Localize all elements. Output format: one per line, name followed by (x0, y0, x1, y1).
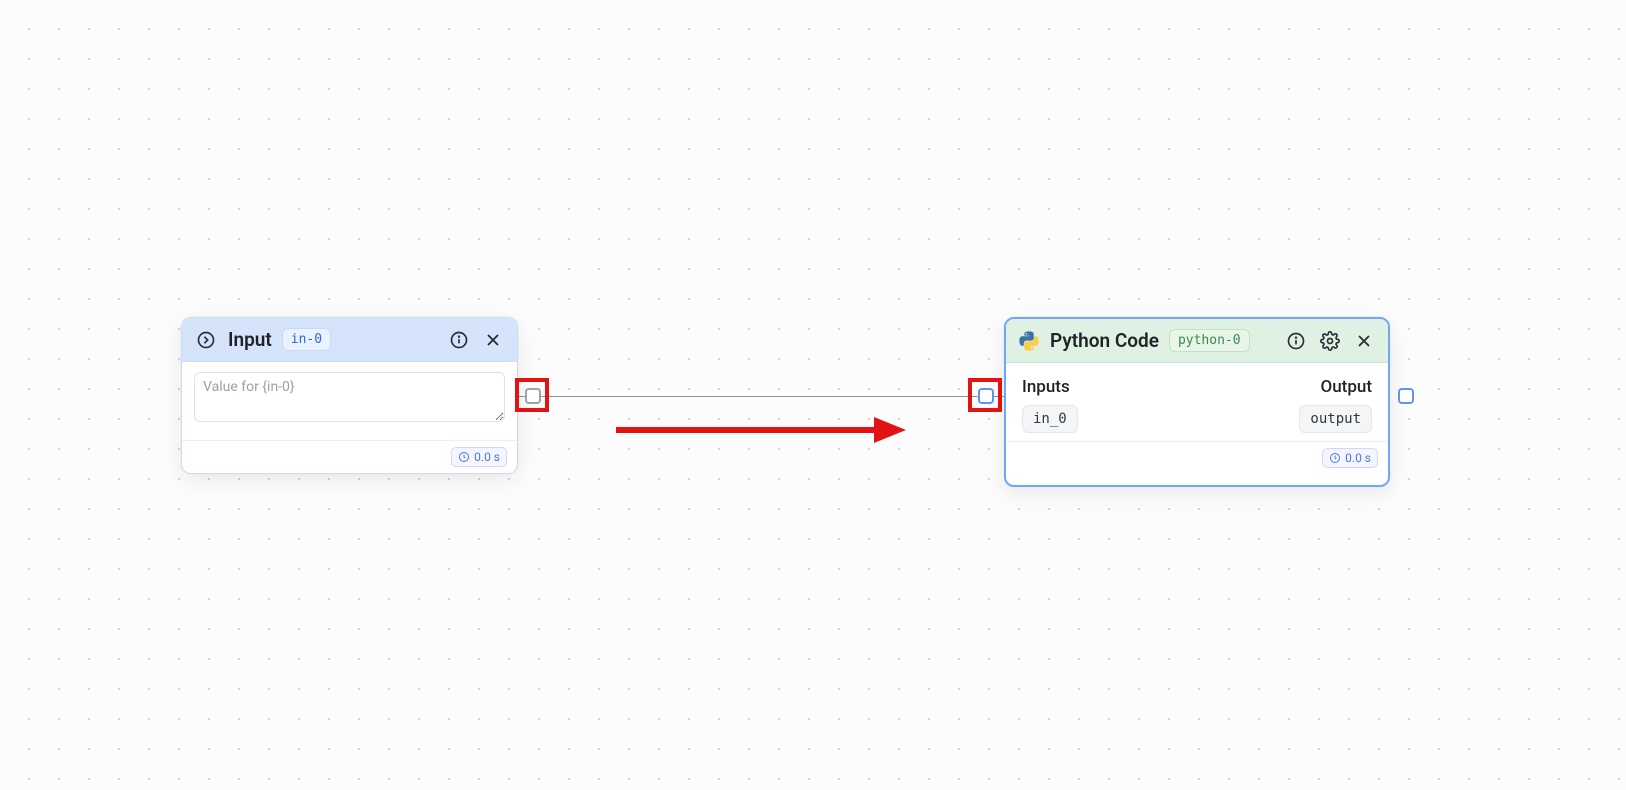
info-icon[interactable] (1284, 329, 1308, 353)
edge-input-to-python[interactable] (518, 396, 1004, 397)
input-arrow-icon (194, 328, 218, 352)
node-input-header[interactable]: Input in-0 (182, 318, 517, 362)
python-logo-icon (1018, 330, 1040, 352)
node-python-title: Python Code (1050, 329, 1159, 352)
node-python-footer: 0.0 s (1006, 441, 1388, 474)
output-label: Output (1321, 377, 1373, 397)
timing-chip: 0.0 s (1322, 448, 1378, 468)
node-input[interactable]: Input in-0 0.0 s (181, 317, 518, 474)
node-python-header[interactable]: Python Code python-0 (1006, 319, 1388, 363)
timing-chip: 0.0 s (451, 447, 507, 467)
inputs-label: Inputs (1022, 377, 1078, 397)
node-input-footer: 0.0 s (182, 440, 517, 473)
node-python[interactable]: Python Code python-0 Inputs in_0 (1004, 317, 1390, 487)
gear-icon[interactable] (1318, 329, 1342, 353)
node-python-id-chip: python-0 (1169, 329, 1250, 352)
annotation-arrow (616, 413, 906, 447)
node-input-title: Input (228, 328, 272, 351)
input-value-field[interactable] (194, 372, 505, 422)
node-input-id-chip: in-0 (282, 328, 331, 351)
close-icon[interactable] (481, 328, 505, 352)
output-port-chip[interactable]: output (1299, 405, 1372, 433)
input-port-chip[interactable]: in_0 (1022, 405, 1078, 433)
port-python-out[interactable] (1398, 388, 1414, 404)
python-output-column: Output output (1299, 377, 1372, 433)
port-input-out[interactable] (525, 388, 541, 404)
timing-value: 0.0 s (1345, 451, 1371, 465)
python-inputs-column: Inputs in_0 (1022, 377, 1078, 433)
info-icon[interactable] (447, 328, 471, 352)
port-python-in[interactable] (978, 388, 994, 404)
close-icon[interactable] (1352, 329, 1376, 353)
timing-value: 0.0 s (474, 450, 500, 464)
